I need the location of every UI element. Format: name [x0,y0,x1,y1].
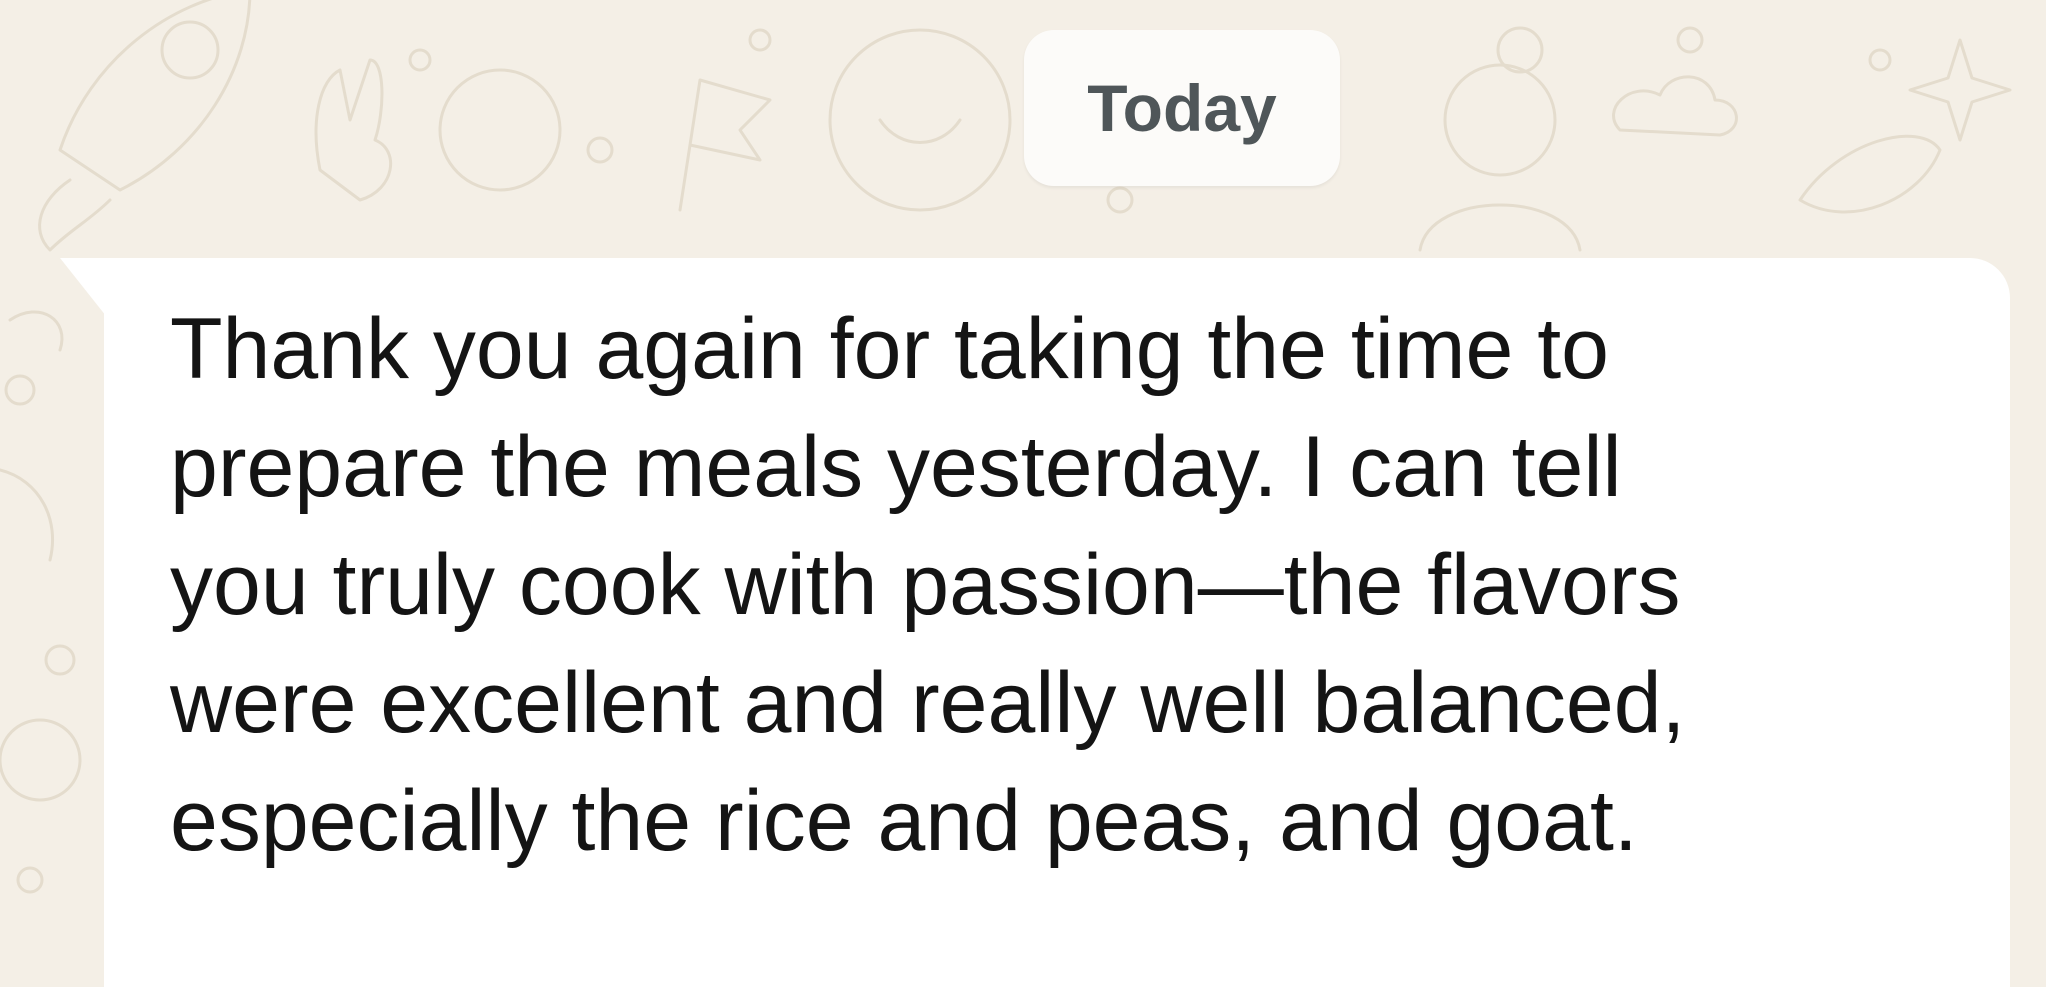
fish-doodle-icon [1798,134,1942,214]
sparkle-doodle-icon [1908,38,2012,142]
message-line: prepare the meals yesterday. I can tell [170,419,1622,515]
hand-doodle-icon [314,58,392,202]
message-line: Thank you again for taking the time to [170,301,1609,397]
message-bubble-tail [60,258,106,316]
message-line: you truly cook with passion—the flavors [170,537,1681,633]
date-divider-label: Today [1087,71,1277,145]
cloud-doodle-icon [1612,75,1738,137]
date-divider: Today [1024,30,1340,186]
person-doodle-icon [1418,26,1582,252]
message-line: were excellent and really well balanced, [170,655,1686,751]
message-line: especially the rice and peas, and goat. [170,773,1638,869]
smiley-doodle-icon [828,28,1012,212]
rocket-doodle-icon [38,0,252,252]
helmet-doodle-icon [438,68,562,192]
message-text: Thank you again for taking the time to p… [170,290,2010,880]
flag-doodle-icon [678,78,772,212]
